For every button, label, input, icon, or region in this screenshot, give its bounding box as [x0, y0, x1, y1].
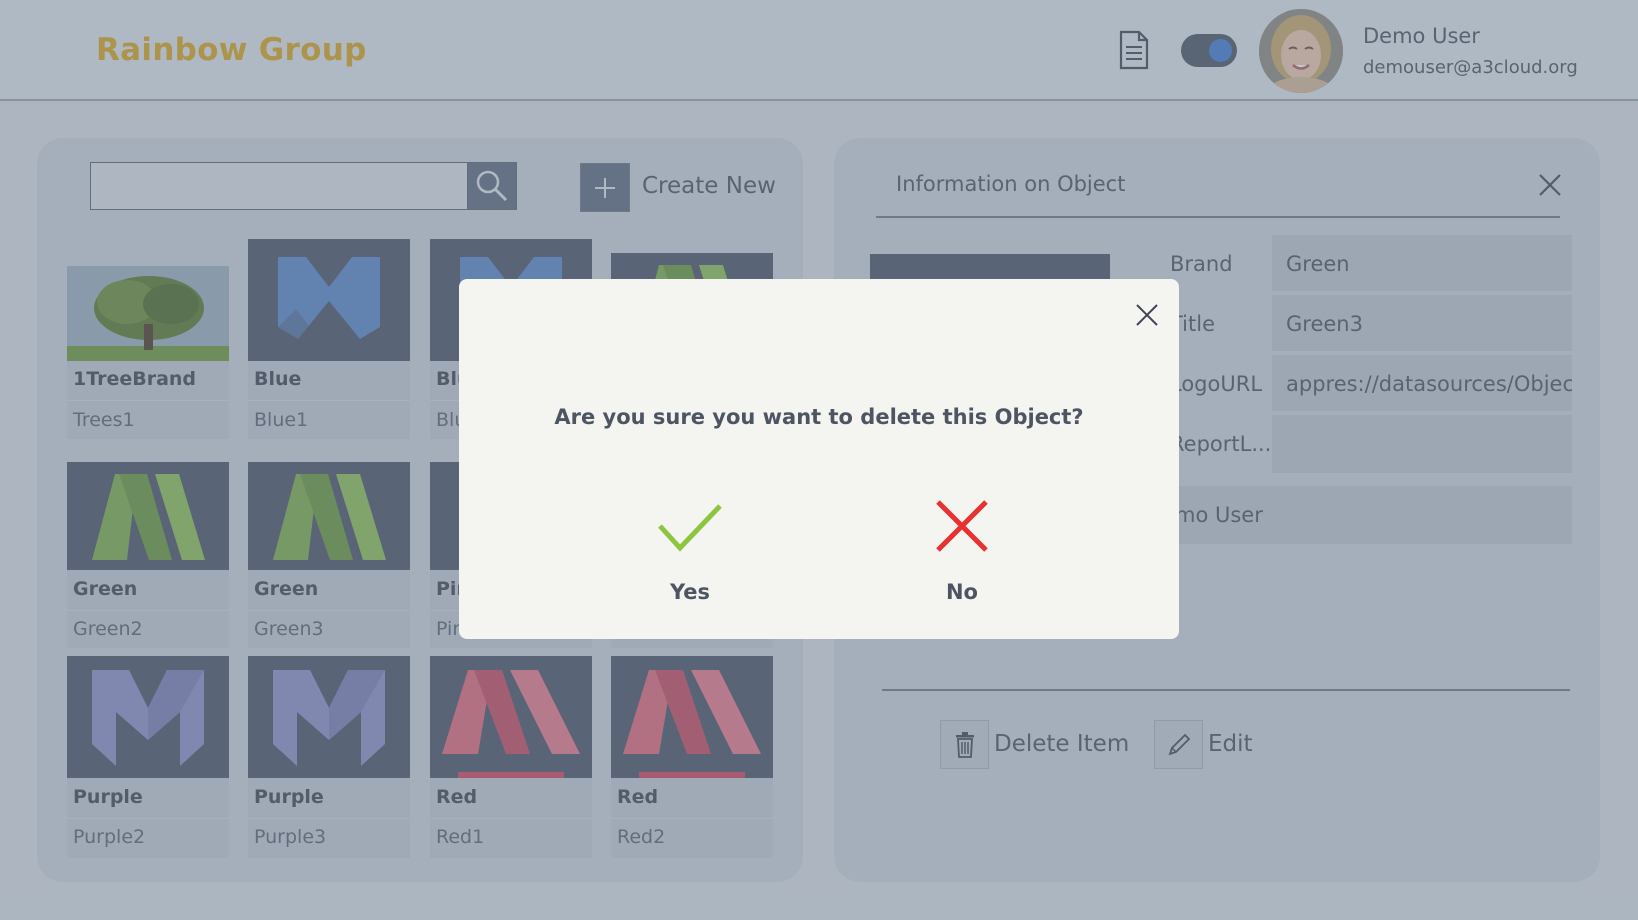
no-label: No [945, 580, 978, 604]
close-icon[interactable] [1133, 301, 1161, 329]
yes-label: Yes [669, 580, 711, 604]
dialog-message: Are you sure you want to delete this Obj… [554, 405, 1084, 429]
delete-confirm-dialog [459, 279, 1179, 639]
cross-icon [936, 500, 988, 552]
yes-button[interactable]: Yes [654, 496, 726, 608]
checkmark-icon [658, 504, 722, 552]
no-button[interactable]: No [926, 496, 998, 608]
